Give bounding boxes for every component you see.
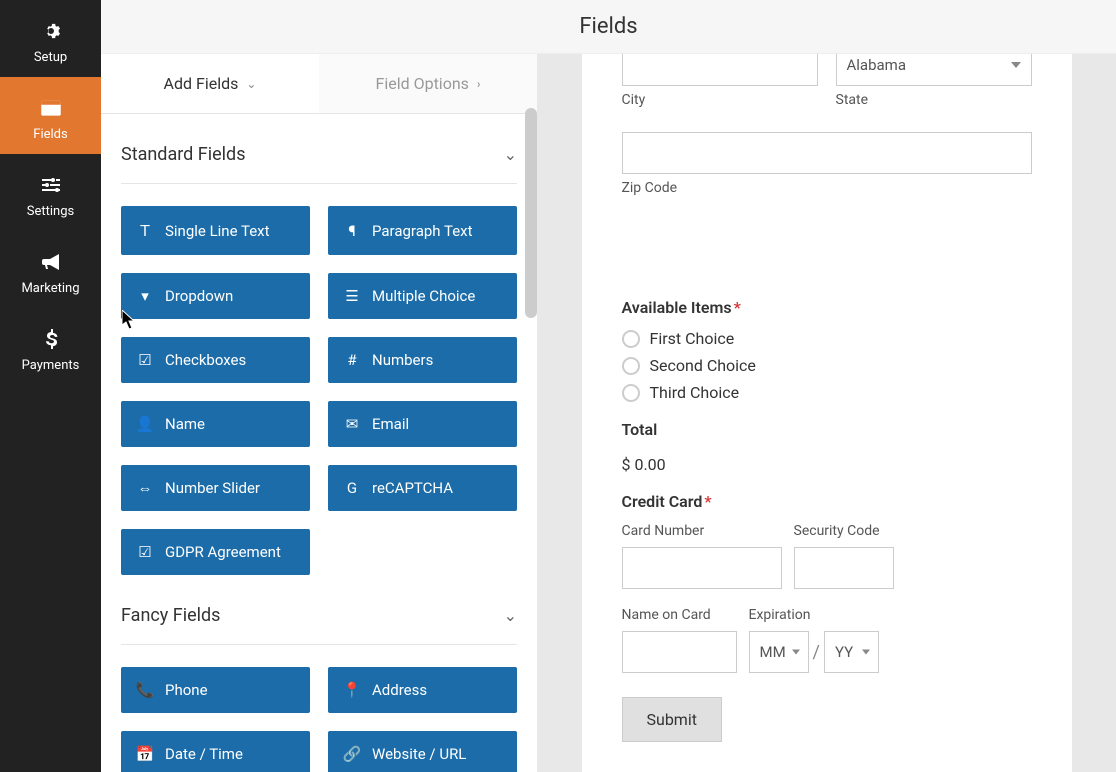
bullhorn-icon xyxy=(38,249,64,275)
total-label: Total xyxy=(622,420,1032,439)
preview-pane: City Alabama State Zip Code Available It… xyxy=(537,54,1116,772)
sidebar-label: Setup xyxy=(34,50,67,65)
security-code-label: Security Code xyxy=(794,523,894,539)
state-label: State xyxy=(836,92,1032,108)
section-fancy-fields[interactable]: Fancy Fields ⌄ xyxy=(121,575,517,645)
sidebar: Setup Fields Settings Marketing Payments xyxy=(0,0,101,772)
radio-second-choice[interactable]: Second Choice xyxy=(622,356,1032,375)
state-select[interactable]: Alabama xyxy=(836,54,1032,86)
tab-add-fields[interactable]: Add Fields ⌄ xyxy=(101,54,319,113)
chevron-down-icon: ⌄ xyxy=(246,77,256,91)
card-number-input[interactable] xyxy=(622,547,782,589)
name-on-card-input[interactable] xyxy=(622,631,737,673)
page-title: Fields xyxy=(579,14,637,39)
field-number-slider[interactable]: ⇔Number Slider xyxy=(121,465,310,511)
envelope-icon: ✉ xyxy=(344,415,360,433)
credit-card-label: Credit Card* xyxy=(622,492,1032,511)
tab-field-options[interactable]: Field Options › xyxy=(319,54,537,113)
fields-panel: Add Fields ⌄ Field Options › Standard Fi… xyxy=(101,54,537,772)
field-recaptcha[interactable]: GreCAPTCHA xyxy=(328,465,517,511)
list-icon: ☰ xyxy=(344,287,360,305)
radio-icon xyxy=(622,330,640,348)
section-title: Standard Fields xyxy=(121,144,246,165)
available-items-radios: First Choice Second Choice Third Choice xyxy=(622,329,1032,402)
sidebar-label: Settings xyxy=(27,204,74,219)
tab-label: Field Options xyxy=(375,74,468,93)
text-icon: Ｔ xyxy=(137,220,153,241)
paragraph-icon: ¶ xyxy=(344,222,360,240)
expiration-label: Expiration xyxy=(749,607,879,623)
field-gdpr-agreement[interactable]: ☑GDPR Agreement xyxy=(121,529,310,575)
section-standard-fields[interactable]: Standard Fields ⌄ xyxy=(121,114,517,184)
sidebar-item-payments[interactable]: Payments xyxy=(0,308,101,385)
field-dropdown[interactable]: ▾Dropdown xyxy=(121,273,310,319)
zip-label: Zip Code xyxy=(622,180,1032,196)
expiration-month-select[interactable]: MM xyxy=(749,631,809,673)
user-icon: 👤 xyxy=(137,415,153,433)
sidebar-item-fields[interactable]: Fields xyxy=(0,77,101,154)
field-website-url[interactable]: 🔗Website / URL xyxy=(328,731,517,772)
field-email[interactable]: ✉Email xyxy=(328,401,517,447)
check-icon: ☑ xyxy=(137,543,153,561)
sliders-icon xyxy=(38,172,64,198)
security-code-input[interactable] xyxy=(794,547,894,589)
radio-icon xyxy=(622,384,640,402)
radio-icon xyxy=(622,357,640,375)
field-numbers[interactable]: #Numbers xyxy=(328,337,517,383)
sidebar-label: Payments xyxy=(22,358,80,373)
field-date-time[interactable]: 📅Date / Time xyxy=(121,731,310,772)
section-title: Fancy Fields xyxy=(121,605,220,626)
calendar-icon: 📅 xyxy=(137,745,153,763)
link-icon: 🔗 xyxy=(344,745,360,763)
zip-input[interactable] xyxy=(622,132,1032,174)
sidebar-label: Marketing xyxy=(21,281,79,296)
topbar: Fields xyxy=(101,0,1116,54)
field-paragraph-text[interactable]: ¶Paragraph Text xyxy=(328,206,517,255)
dropdown-icon: ▾ xyxy=(137,287,153,305)
tab-label: Add Fields xyxy=(164,74,239,93)
dollar-icon xyxy=(38,326,64,352)
sidebar-item-setup[interactable]: Setup xyxy=(0,0,101,77)
slider-icon: ⇔ xyxy=(137,479,153,497)
chevron-down-icon: ⌄ xyxy=(504,606,517,625)
field-name[interactable]: 👤Name xyxy=(121,401,310,447)
pin-icon: 📍 xyxy=(344,681,360,699)
card-number-label: Card Number xyxy=(622,523,782,539)
main: Fields Add Fields ⌄ Field Options › Stan… xyxy=(101,0,1116,772)
sidebar-item-marketing[interactable]: Marketing xyxy=(0,231,101,308)
phone-icon: 📞 xyxy=(137,681,153,699)
form-icon xyxy=(38,95,64,121)
total-value: $ 0.00 xyxy=(622,455,1032,474)
submit-button[interactable]: Submit xyxy=(622,697,722,742)
recaptcha-icon: G xyxy=(344,479,360,497)
name-on-card-label: Name on Card xyxy=(622,607,737,623)
field-single-line-text[interactable]: ＴSingle Line Text xyxy=(121,206,310,255)
panel-tabs: Add Fields ⌄ Field Options › xyxy=(101,54,537,114)
sidebar-label: Fields xyxy=(33,127,67,142)
city-label: City xyxy=(622,92,818,108)
field-multiple-choice[interactable]: ☰Multiple Choice xyxy=(328,273,517,319)
gear-icon xyxy=(38,18,64,44)
sidebar-item-settings[interactable]: Settings xyxy=(0,154,101,231)
chevron-down-icon: ⌄ xyxy=(504,145,517,164)
form-preview: City Alabama State Zip Code Available It… xyxy=(582,54,1072,772)
radio-first-choice[interactable]: First Choice xyxy=(622,329,1032,348)
hash-icon: # xyxy=(344,351,360,369)
slash-separator: / xyxy=(813,642,820,663)
field-address[interactable]: 📍Address xyxy=(328,667,517,713)
expiration-year-select[interactable]: YY xyxy=(824,631,879,673)
field-checkboxes[interactable]: ☑Checkboxes xyxy=(121,337,310,383)
radio-third-choice[interactable]: Third Choice xyxy=(622,383,1032,402)
chevron-right-icon: › xyxy=(477,77,481,91)
field-phone[interactable]: 📞Phone xyxy=(121,667,310,713)
city-input[interactable] xyxy=(622,54,818,86)
available-items-label: Available Items* xyxy=(622,298,1032,317)
check-icon: ☑ xyxy=(137,351,153,369)
